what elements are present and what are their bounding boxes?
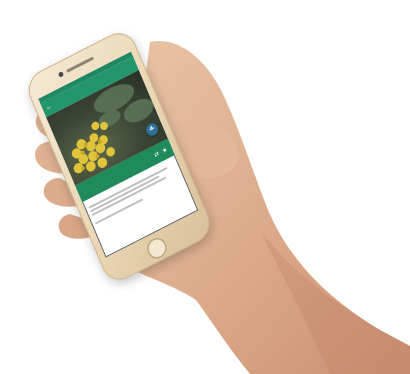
star-icon[interactable]: ★: [159, 145, 170, 156]
hand-illustration: [34, 40, 410, 374]
arrow-left-icon[interactable]: ←: [45, 102, 55, 113]
photo-scene: ← ☘ ⇄ ★: [0, 0, 410, 374]
app-bar-spacer: [126, 65, 133, 69]
